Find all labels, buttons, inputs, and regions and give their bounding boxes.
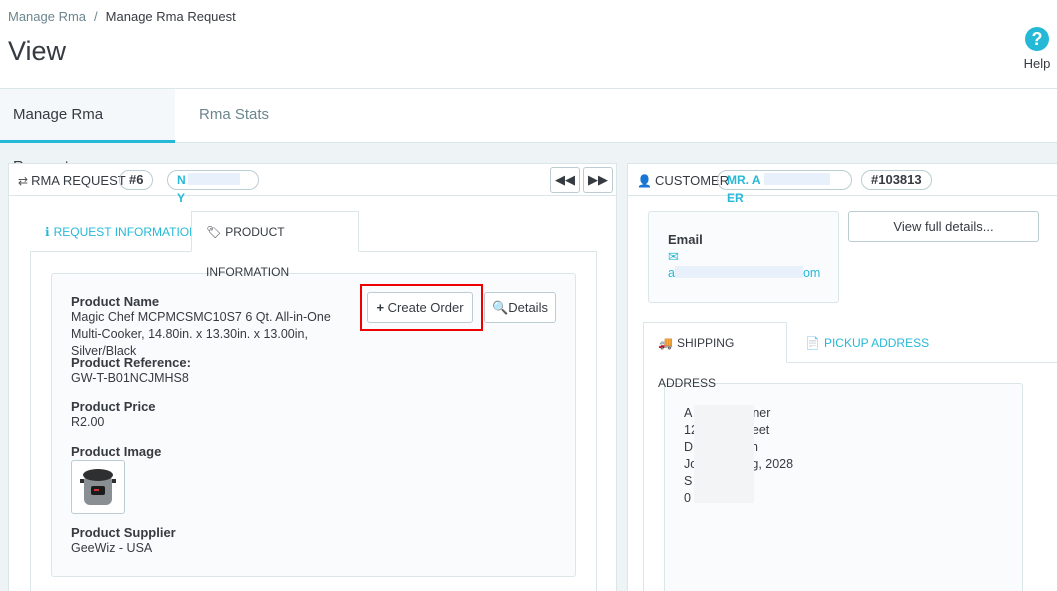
tag-icon: 🏷 (206, 225, 222, 239)
next-rma-button[interactable]: ▶▶ (583, 167, 613, 193)
page-tabs: Manage Rma Request Rma Stats (0, 89, 1057, 175)
customer-id-badge: #103813 (861, 170, 932, 190)
product-reference-label: Product Reference: (71, 355, 191, 370)
rma-request-panel: ⇄ RMA REQUEST #6 NY ◀◀ ▶▶ ℹ REQUEST INFORM… (8, 163, 617, 591)
product-name-label: Product Name (71, 294, 160, 309)
product-image[interactable] (71, 460, 125, 514)
customer-email-link[interactable]: a om (668, 266, 820, 280)
tab-rma-stats[interactable]: Rma Stats (186, 89, 282, 143)
view-full-details-button[interactable]: View full details... (848, 211, 1039, 242)
page-header: Manage Rma / Manage Rma Request View ? Hel… (0, 0, 1057, 89)
rma-request-title: ⇄ RMA REQUEST (18, 173, 126, 188)
tab-product-information[interactable]: 🏷 PRODUCT INFORMATION (191, 211, 359, 279)
tab-shipping-address[interactable]: 🚚 SHIPPING ADDRESS (643, 322, 787, 390)
customer-title: 👤 CUSTOMER (637, 173, 730, 188)
product-reference-value: GW-T-B01NCJMHS8 (71, 371, 189, 385)
breadcrumb-separator: / (94, 9, 98, 24)
envelope-icon[interactable]: ✉ (668, 249, 679, 265)
product-price-label: Product Price (71, 399, 156, 414)
tab-request-information[interactable]: ℹ REQUEST INFORMATION (31, 212, 212, 253)
truck-icon: 🚚 (658, 336, 673, 350)
rma-customer-badge: NY (167, 170, 259, 205)
product-supplier-label: Product Supplier (71, 525, 176, 540)
file-icon: 📄 (805, 336, 820, 350)
product-supplier-value: GeeWiz - USA (71, 541, 153, 555)
previous-rma-button[interactable]: ◀◀ (550, 167, 580, 193)
rma-request-heading: ⇄ RMA REQUEST #6 NY ◀◀ ▶▶ (9, 164, 616, 205)
redacted-text (763, 173, 830, 185)
page-title: View (8, 36, 67, 66)
redacted-text (674, 266, 803, 278)
create-order-highlight (360, 284, 483, 331)
help-label[interactable]: Help (1020, 56, 1054, 71)
customer-email-card: Email ✉ a om (648, 211, 839, 303)
exchange-icon: ⇄ (18, 174, 29, 188)
product-image-label: Product Image (71, 444, 162, 459)
customer-name-badge[interactable]: MR. AER (717, 170, 852, 205)
help-button[interactable]: ? Help (1020, 27, 1054, 71)
rma-number-badge: #6 (119, 170, 154, 190)
product-price-value: R2.00 (71, 415, 105, 429)
customer-heading: 👤 CUSTOMER MR. AER #103813 (628, 164, 1057, 205)
breadcrumb-current: Manage Rma Request (105, 9, 236, 24)
breadcrumb-parent[interactable]: Manage Rma (8, 9, 86, 24)
question-circle-icon[interactable]: ? (1025, 27, 1049, 51)
info-icon: ℹ (45, 225, 50, 239)
forward-icon: ▶▶ (588, 172, 608, 187)
shipping-address-well: Aner 12 eet Dn Jo rg, 2028 S 0 (664, 383, 1023, 591)
details-button[interactable]: 🔍Details (484, 292, 556, 323)
redacted-address-block (694, 405, 754, 503)
tab-manage-rma-request[interactable]: Manage Rma Request (0, 89, 175, 175)
customer-panel: 👤 CUSTOMER MR. AER #103813 Email ✉ a om Vi… (627, 163, 1057, 591)
search-icon: 🔍 (492, 300, 509, 315)
breadcrumb: Manage Rma / Manage Rma Request (8, 9, 236, 24)
redacted-text (187, 173, 240, 185)
tab-pickup-address[interactable]: 📄 PICKUP ADDRESS (791, 323, 943, 364)
user-icon: 👤 (637, 174, 652, 188)
email-label: Email (668, 232, 703, 247)
backward-icon: ◀◀ (555, 172, 575, 187)
product-name-value: Magic Chef MCPMCSMC10S7 6 Qt. All-in-One… (71, 310, 331, 358)
